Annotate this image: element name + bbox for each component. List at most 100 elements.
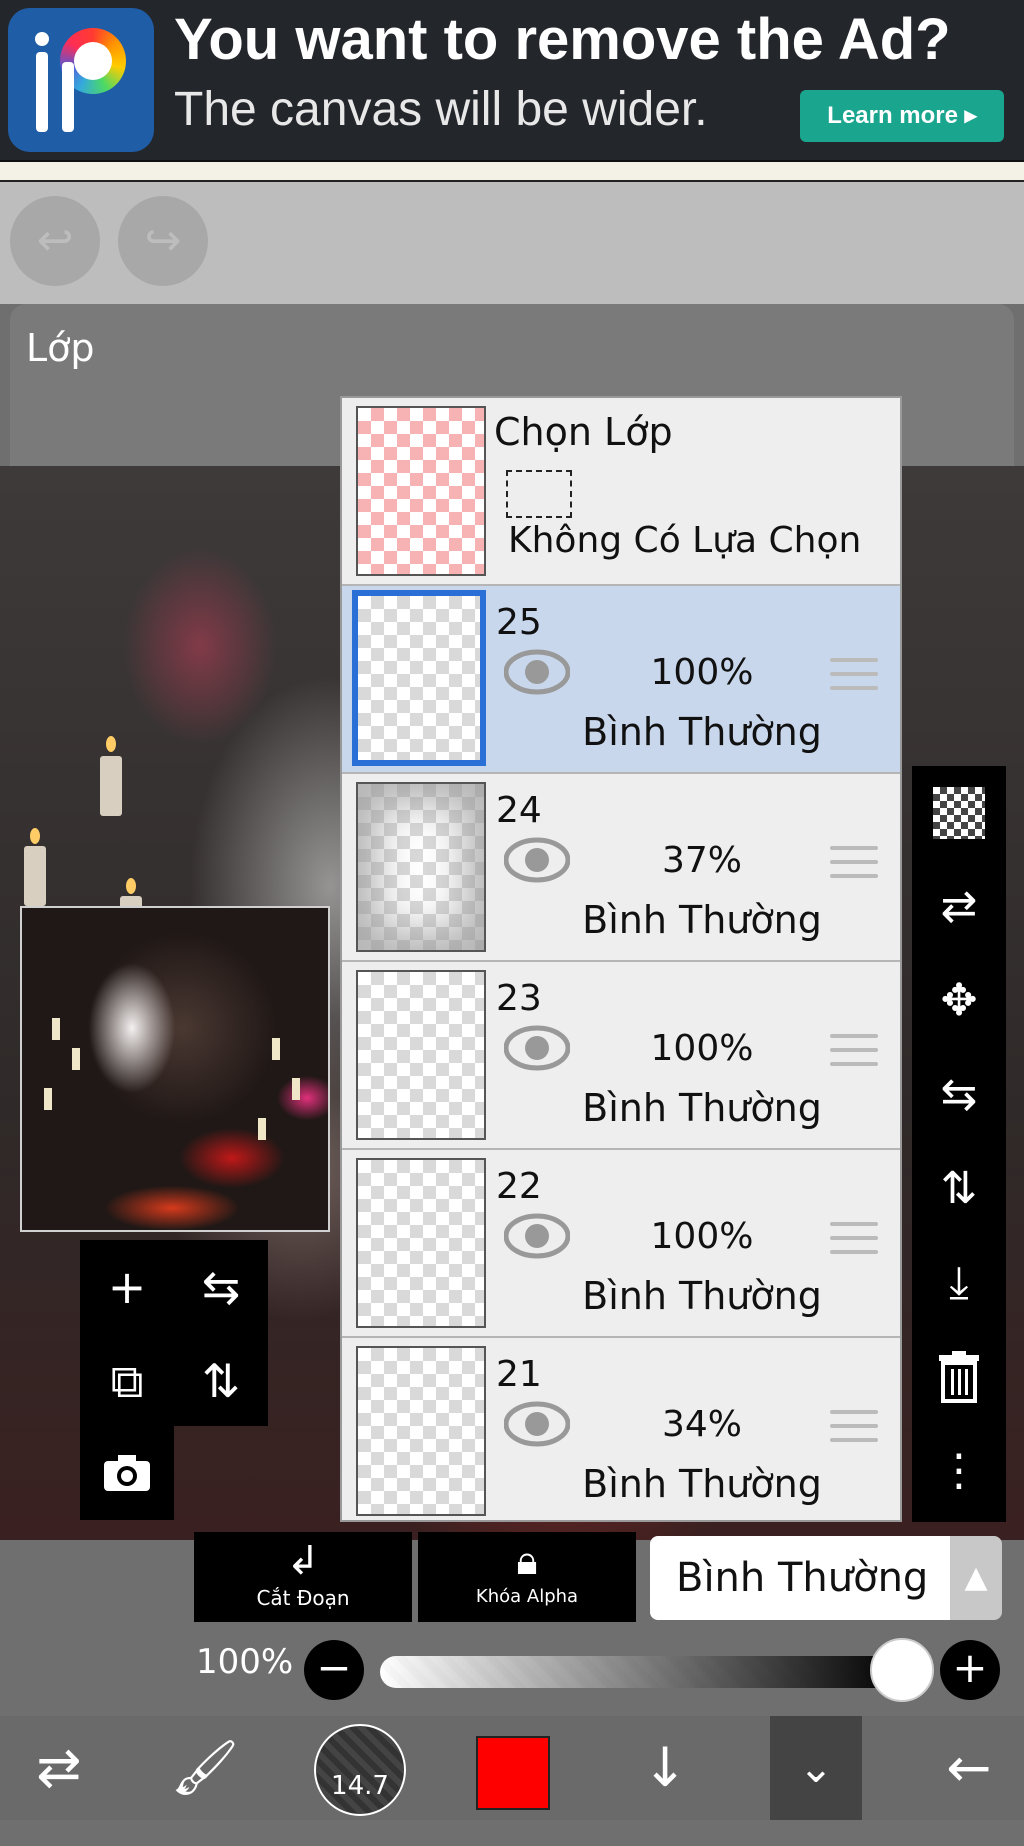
flip-vertical-layer-button[interactable]: ⇅ xyxy=(912,1142,1006,1236)
minus-icon: − xyxy=(316,1643,352,1692)
layer-row[interactable]: 22 100% Bình Thường xyxy=(342,1150,900,1338)
camera-toolbox xyxy=(80,1426,174,1520)
blend-dropdown-button[interactable]: ▲ xyxy=(950,1536,1002,1620)
lock-icon: 🔒︎ xyxy=(516,1538,538,1584)
flip-vertical-icon: ⇅ xyxy=(201,1354,241,1408)
layer-opacity: 34% xyxy=(661,1404,742,1445)
delete-layer-button[interactable] xyxy=(912,1330,1006,1424)
tool-switch-button[interactable]: ⇄ xyxy=(14,1716,104,1820)
drag-handle-icon[interactable] xyxy=(830,658,878,698)
back-button[interactable]: ← xyxy=(924,1716,1014,1820)
top-bar: ↩ ↪ xyxy=(0,182,1024,304)
drag-handle-icon[interactable] xyxy=(830,1222,878,1262)
more-vertical-icon: ⋮ xyxy=(937,1445,981,1496)
layer-name: 24 xyxy=(496,790,542,831)
move-button[interactable]: ✥ xyxy=(912,954,1006,1048)
brush-tool-button[interactable]: 🖌︎ xyxy=(160,1716,250,1820)
plus-icon: + xyxy=(952,1643,988,1692)
triangle-up-icon: ▲ xyxy=(964,1560,988,1595)
undo-icon: ↩ xyxy=(36,215,74,266)
ad-subtitle: The canvas will be wider. xyxy=(174,83,708,136)
layer-name: 23 xyxy=(496,978,542,1019)
opacity-slider[interactable] xyxy=(380,1656,900,1688)
alpha-lock-button[interactable]: 🔒︎ Khóa Alpha xyxy=(418,1532,636,1622)
eye-icon[interactable] xyxy=(504,836,570,884)
ibispaint-logo xyxy=(8,8,154,152)
layer-blend-mode: Bình Thường xyxy=(582,710,822,754)
swap-layer-button[interactable]: ⇄ xyxy=(912,860,1006,954)
layer-actions-toolbar: ⇄ ✥ ⇆ ⇅ ⤓ ⋮ xyxy=(912,766,1006,1522)
arrow-down-icon: ↓ xyxy=(642,1736,688,1799)
drag-handle-icon[interactable] xyxy=(830,1410,878,1450)
layer-row[interactable]: 24 37% Bình Thường xyxy=(342,774,900,962)
swap-layer-icon: ⇄ xyxy=(940,881,978,932)
flip-horizontal-button[interactable]: ⇆ xyxy=(174,1240,268,1334)
layer-name: 21 xyxy=(496,1354,542,1395)
layer-opacity: 37% xyxy=(661,840,742,881)
camera-icon xyxy=(104,1455,150,1491)
layer-opacity: 100% xyxy=(650,1216,754,1257)
eye-icon[interactable] xyxy=(504,648,570,696)
layer-toolbox: + ⇆ ⧉ ⇅ xyxy=(80,1240,268,1426)
opacity-label: 100% xyxy=(196,1642,294,1682)
flip-horizontal-icon: ⇆ xyxy=(940,1069,978,1120)
brush-icon: 🖌︎ xyxy=(170,1736,240,1799)
transparent-fill-button[interactable] xyxy=(912,766,1006,860)
arrow-left-icon: ← xyxy=(946,1736,992,1799)
learn-more-button[interactable]: Learn more ▸ xyxy=(800,90,1004,142)
merge-down-button[interactable]: ⤓ xyxy=(912,1236,1006,1330)
blend-mode-select[interactable]: Bình Thường xyxy=(650,1536,950,1620)
layer-name: 25 xyxy=(496,602,542,643)
redo-button[interactable]: ↪ xyxy=(118,196,208,286)
clipping-label: Cắt Đoạn xyxy=(256,1586,350,1610)
selection-layer-title: Chọn Lớp xyxy=(494,410,673,454)
layer-row[interactable]: 23 100% Bình Thường xyxy=(342,962,900,1150)
merge-down-icon: ⤓ xyxy=(949,1257,969,1308)
add-layer-button[interactable]: + xyxy=(80,1240,174,1334)
collapse-panel-button[interactable]: ⌄ xyxy=(770,1716,862,1820)
flip-horizontal-layer-button[interactable]: ⇆ xyxy=(912,1048,1006,1142)
ad-title: You want to remove the Ad? xyxy=(174,7,951,72)
selection-layer-row[interactable]: Chọn Lớp Không Có Lựa Chọn xyxy=(342,398,900,586)
layer-blend-mode: Bình Thường xyxy=(582,1462,822,1506)
redo-icon: ↪ xyxy=(144,215,182,266)
layer-name: 22 xyxy=(496,1166,542,1207)
chevron-double-down-icon: ⌄ xyxy=(798,1743,834,1792)
trash-icon xyxy=(939,1351,979,1403)
selection-thumbnail xyxy=(356,406,486,576)
eye-icon[interactable] xyxy=(504,1212,570,1260)
selection-status: Không Có Lựa Chọn xyxy=(508,520,862,561)
clip-arrow-icon: ↲ xyxy=(286,1538,320,1584)
layer-opacity: 100% xyxy=(650,652,754,693)
move-icon: ✥ xyxy=(940,975,978,1026)
opacity-decrease-button[interactable]: − xyxy=(304,1640,364,1700)
layer-down-button[interactable]: ↓ xyxy=(620,1716,710,1820)
brush-eraser-switch-icon: ⇄ xyxy=(36,1736,82,1799)
layer-thumbnail xyxy=(356,782,486,952)
opacity-slider-knob[interactable] xyxy=(870,1638,934,1702)
eye-icon[interactable] xyxy=(504,1024,570,1072)
brush-size-button[interactable]: 14.7 xyxy=(314,1724,406,1816)
layer-row[interactable]: 21 34% Bình Thường xyxy=(342,1338,900,1520)
drag-handle-icon[interactable] xyxy=(830,1034,878,1074)
drag-handle-icon[interactable] xyxy=(830,846,878,886)
plus-icon: + xyxy=(107,1260,147,1314)
eye-icon[interactable] xyxy=(504,1400,570,1448)
canvas-preview[interactable] xyxy=(20,906,330,1232)
more-options-button[interactable]: ⋮ xyxy=(912,1424,1006,1518)
clipping-button[interactable]: ↲ Cắt Đoạn xyxy=(194,1532,412,1622)
layer-thumbnail xyxy=(356,1346,486,1516)
layer-thumbnail xyxy=(356,970,486,1140)
panel-title: Lớp xyxy=(26,326,95,370)
color-picker-button[interactable] xyxy=(476,1736,550,1810)
flip-vertical-button[interactable]: ⇅ xyxy=(174,1334,268,1428)
alpha-lock-label: Khóa Alpha xyxy=(475,1586,579,1607)
layer-list[interactable]: Chọn Lớp Không Có Lựa Chọn 25 100% Bình … xyxy=(340,396,902,1522)
camera-button[interactable] xyxy=(80,1426,174,1520)
duplicate-layer-button[interactable]: ⧉ xyxy=(80,1334,174,1428)
opacity-increase-button[interactable]: + xyxy=(940,1640,1000,1700)
layer-row[interactable]: 25 100% Bình Thường xyxy=(342,586,900,774)
undo-button[interactable]: ↩ xyxy=(10,196,100,286)
ad-banner[interactable]: You want to remove the Ad? The canvas wi… xyxy=(0,0,1024,162)
layer-blend-mode: Bình Thường xyxy=(582,898,822,942)
